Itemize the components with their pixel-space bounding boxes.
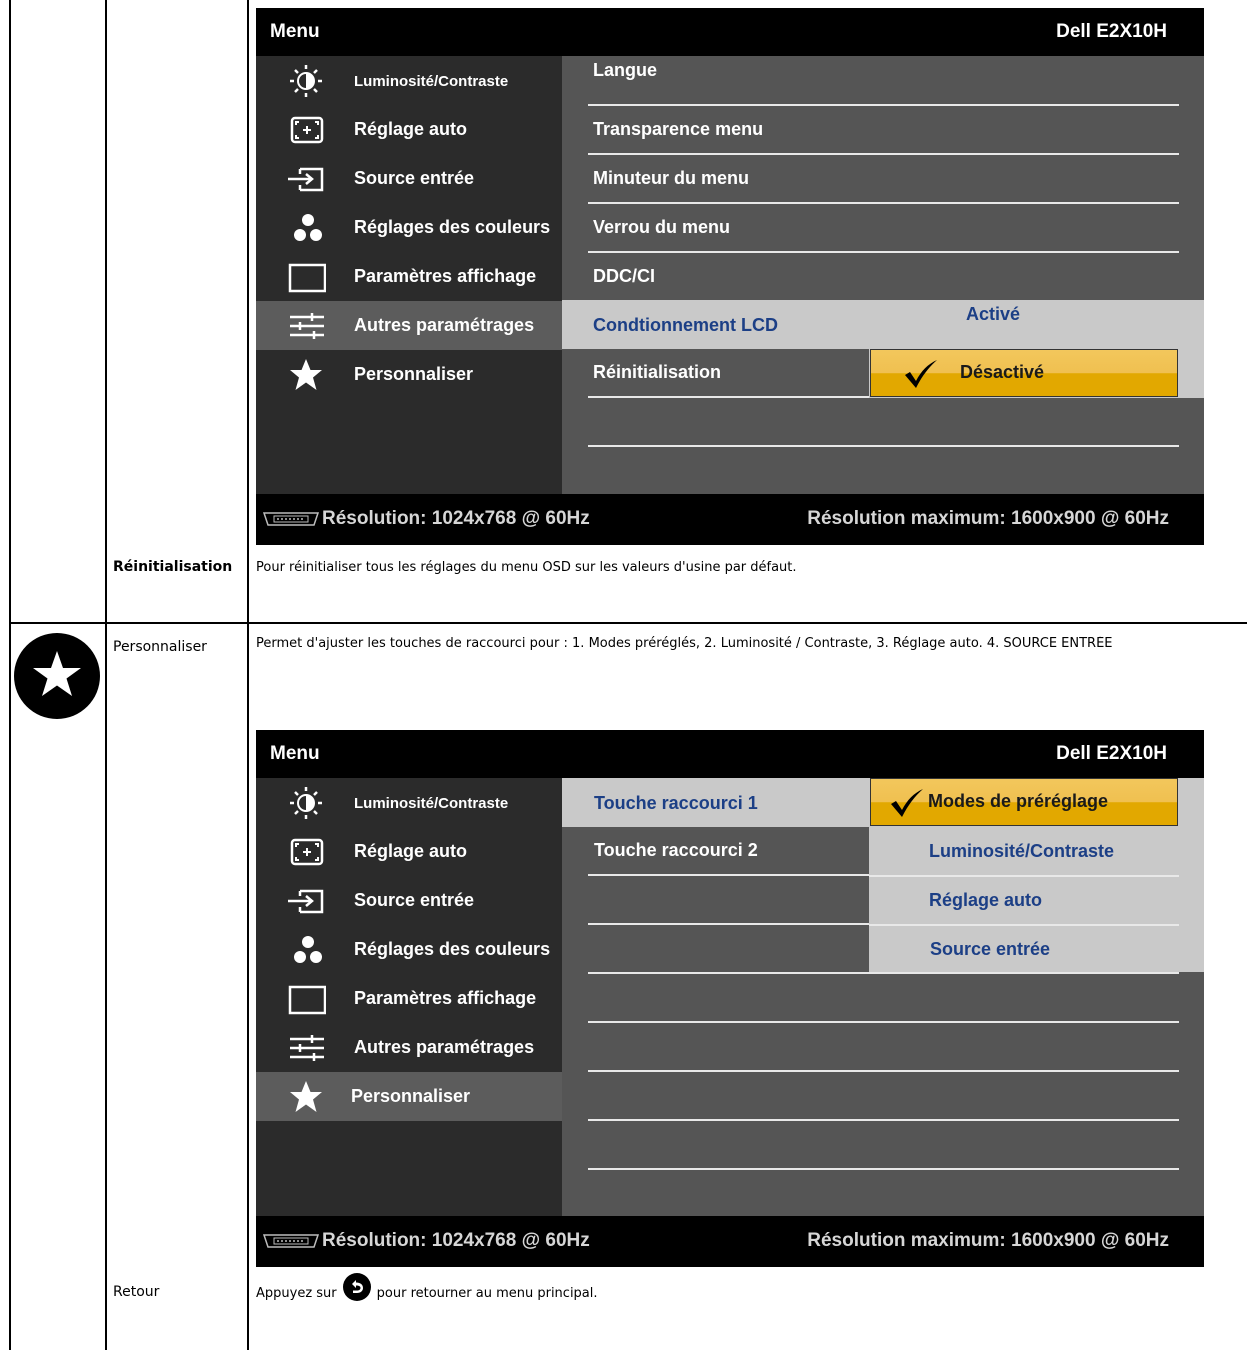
osd-header: Menu Dell E2X10H bbox=[256, 730, 1204, 778]
color-settings-icon bbox=[294, 214, 322, 241]
display-settings-icon bbox=[288, 263, 326, 293]
option-brightness-contrast: Luminosité/Contraste bbox=[929, 841, 1115, 861]
option-divider bbox=[869, 924, 1179, 926]
option-auto-adjust: Réglage auto bbox=[929, 890, 1043, 910]
submenu-item-ddcci: DDC/CI bbox=[562, 253, 1179, 302]
option-preset-modes-selected: Modes de préréglage bbox=[870, 778, 1178, 826]
osd-model: Dell E2X10H bbox=[1056, 21, 1167, 42]
submenu-item-empty bbox=[562, 974, 1179, 1023]
submenu-item-empty bbox=[562, 1072, 1179, 1121]
submenu-item-empty bbox=[562, 1023, 1179, 1072]
current-resolution: Résolution: 1024x768 @ 60Hz bbox=[322, 508, 590, 529]
input-source-icon bbox=[288, 167, 324, 192]
reset-description: Pour réinitialiser tous les réglages du … bbox=[256, 560, 797, 575]
menu-item-label: Réglages des couleurs bbox=[354, 939, 551, 959]
menu-item-label: Réglage auto bbox=[354, 119, 468, 139]
menu-item-personalize: Personnaliser bbox=[256, 350, 562, 399]
reset-label: Réinitialisation bbox=[113, 559, 233, 575]
menu-item-label: Autres paramétrages bbox=[354, 1037, 535, 1057]
menu-item-brightness: Luminosité/Contraste bbox=[256, 56, 562, 105]
auto-adjust-icon bbox=[290, 116, 324, 144]
brightness-icon bbox=[290, 65, 322, 97]
option-divider bbox=[869, 875, 1179, 877]
menu-item-label: Réglages des couleurs bbox=[354, 217, 551, 237]
other-settings-icon bbox=[290, 1035, 324, 1061]
osd-footer: Résolution: 1024x768 @ 60Hz Résolution m… bbox=[256, 1216, 1204, 1267]
checkmark-icon bbox=[905, 360, 937, 388]
submenu-item-lcd-conditioning: Condtionnement LCD bbox=[562, 300, 1204, 349]
star-icon bbox=[290, 1081, 322, 1112]
submenu-item-empty bbox=[562, 1121, 1179, 1170]
menu-item-label: Personnaliser bbox=[351, 1086, 471, 1106]
menu-item-other-settings: Autres paramétrages bbox=[256, 301, 562, 350]
back-label: Retour bbox=[113, 1284, 160, 1300]
menu-item-label: Paramètres affichage bbox=[354, 988, 537, 1008]
menu-item-auto-adjust: Réglage auto bbox=[256, 105, 562, 154]
submenu-item-empty bbox=[562, 398, 1179, 447]
table-row-divider bbox=[9, 622, 1247, 624]
vga-connector-icon bbox=[262, 1234, 320, 1248]
menu-item-auto-adjust: Réglage auto bbox=[256, 827, 562, 876]
brightness-icon bbox=[290, 787, 322, 819]
osd-title: Menu bbox=[270, 743, 320, 764]
menu-item-label: Personnaliser bbox=[354, 364, 474, 384]
personalize-label: Personnaliser bbox=[113, 639, 207, 655]
submenu-item-menu-lock: Verrou du menu bbox=[562, 204, 1179, 253]
max-resolution: Résolution maximum: 1600x900 @ 60Hz bbox=[807, 508, 1169, 529]
menu-item-input-source: Source entrée bbox=[256, 154, 562, 203]
menu-item-personalize: Personnaliser bbox=[256, 1072, 562, 1121]
menu-item-label: Source entrée bbox=[354, 890, 475, 910]
menu-item-label: Autres paramétrages bbox=[354, 315, 535, 335]
color-settings-icon bbox=[294, 936, 322, 963]
personalize-badge bbox=[14, 633, 100, 719]
osd-screenshot-personalize: Menu Dell E2X10H Luminosité/Contraste Ré… bbox=[256, 730, 1204, 1267]
option-enabled: Activé bbox=[966, 304, 1021, 324]
back-button-icon bbox=[342, 1272, 371, 1301]
option-disabled-selected: Désactivé bbox=[870, 349, 1178, 397]
menu-item-label: Luminosité/Contraste bbox=[354, 73, 509, 90]
menu-item-label: Paramètres affichage bbox=[354, 266, 537, 286]
auto-adjust-icon bbox=[290, 838, 324, 866]
back-description: Appuyez sur pour retourner au menu princ… bbox=[256, 1272, 598, 1301]
menu-item-input-source: Source entrée bbox=[256, 876, 562, 925]
table-border-col2 bbox=[247, 0, 249, 1350]
checkmark-icon bbox=[891, 789, 923, 817]
other-settings-icon bbox=[290, 313, 324, 339]
menu-item-label: Source entrée bbox=[354, 168, 475, 188]
menu-item-label: Luminosité/Contraste bbox=[354, 795, 509, 812]
menu-item-color-settings: Réglages des couleurs bbox=[256, 203, 562, 252]
display-settings-icon bbox=[288, 985, 326, 1015]
menu-item-display-settings: Paramètres affichage bbox=[256, 974, 562, 1023]
table-border-left bbox=[9, 0, 11, 1350]
menu-item-color-settings: Réglages des couleurs bbox=[256, 925, 562, 974]
menu-item-label: Réglage auto bbox=[354, 841, 468, 861]
submenu-item-menu-timer: Minuteur du menu bbox=[562, 155, 1179, 204]
menu-item-brightness: Luminosité/Contraste bbox=[256, 778, 562, 827]
osd-main-menu: Luminosité/Contraste Réglage auto Source… bbox=[256, 56, 562, 494]
osd-model: Dell E2X10H bbox=[1056, 743, 1167, 764]
osd-header: Menu Dell E2X10H bbox=[256, 8, 1204, 56]
input-source-icon bbox=[288, 889, 324, 914]
max-resolution: Résolution maximum: 1600x900 @ 60Hz bbox=[807, 1230, 1169, 1251]
submenu-item-menu-transparency: Transparence menu bbox=[562, 106, 1179, 155]
menu-item-other-settings: Autres paramétrages bbox=[256, 1023, 562, 1072]
vga-connector-icon bbox=[262, 512, 320, 526]
osd-main-menu: Luminosité/Contraste Réglage auto Source… bbox=[256, 778, 562, 1216]
personalize-description: Permet d'ajuster les touches de raccourc… bbox=[256, 636, 1113, 651]
menu-item-display-settings: Paramètres affichage bbox=[256, 252, 562, 301]
option-input-source: Source entrée bbox=[930, 939, 1051, 959]
current-resolution: Résolution: 1024x768 @ 60Hz bbox=[322, 1230, 590, 1251]
submenu-item-language: Langue bbox=[562, 56, 1179, 106]
osd-screenshot-other-settings: Menu Dell E2X10H Luminosité/Contraste Ré… bbox=[256, 8, 1204, 545]
osd-footer: Résolution: 1024x768 @ 60Hz Résolution m… bbox=[256, 494, 1204, 545]
star-icon bbox=[33, 651, 81, 696]
star-icon bbox=[290, 359, 322, 390]
osd-title: Menu bbox=[270, 21, 320, 42]
table-border-col1 bbox=[105, 0, 107, 1350]
